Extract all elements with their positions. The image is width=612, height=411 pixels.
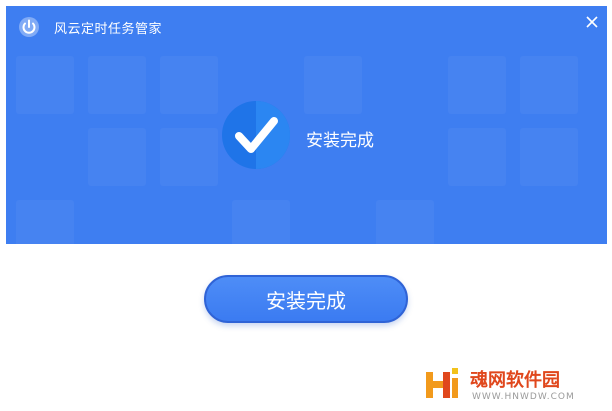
checkmark-icon <box>220 99 292 171</box>
bg-tile <box>160 128 218 186</box>
site-watermark: 魂网软件园 WWW.HNWDW.COM <box>418 362 608 408</box>
bg-tile <box>16 200 74 244</box>
power-icon <box>18 16 40 38</box>
watermark-title: 魂网软件园 <box>470 370 560 391</box>
close-button[interactable] <box>581 10 603 32</box>
status-text: 安装完成 <box>306 131 374 151</box>
bg-tile <box>232 200 290 244</box>
bg-tile <box>376 200 434 244</box>
finish-button[interactable]: 安装完成 <box>204 275 408 323</box>
title-bar: 风云定时任务管家 <box>6 6 607 46</box>
bg-tile <box>520 56 578 114</box>
header-banner: 风云定时任务管家 安装完成 <box>6 6 607 244</box>
close-icon <box>585 14 599 28</box>
bg-tile <box>88 128 146 186</box>
bg-tile <box>448 128 506 186</box>
bg-tile <box>16 56 74 114</box>
bg-tile <box>448 56 506 114</box>
app-title: 风云定时任务管家 <box>54 22 163 37</box>
watermark-logo-icon <box>424 366 460 402</box>
bg-tile <box>88 56 146 114</box>
bg-tile <box>520 128 578 186</box>
installer-window: 风云定时任务管家 安装完成 安装完成 <box>6 6 607 404</box>
bg-tile <box>304 56 362 114</box>
watermark-url: WWW.HNWDW.COM <box>472 392 575 402</box>
bg-tile <box>160 56 218 114</box>
